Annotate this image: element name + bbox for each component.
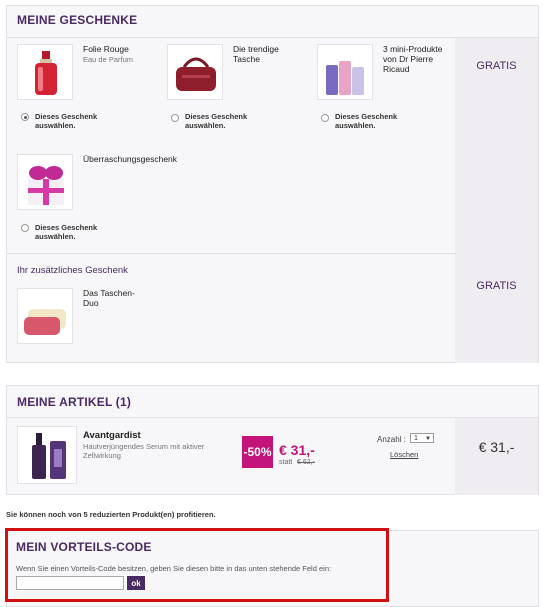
article-description: Hautverjüngendes Serum mit aktiver Zellw… xyxy=(83,442,205,460)
gift-radio-mini-produkte[interactable] xyxy=(321,114,329,122)
gift-radio-tasche[interactable] xyxy=(171,114,179,122)
gift-radio-ueberraschung[interactable] xyxy=(21,224,29,232)
promo-title: MEIN VORTEILS-CODE xyxy=(16,540,152,554)
quantity-label: Anzahl : xyxy=(377,435,406,444)
gift-image-tasche[interactable] xyxy=(167,44,223,100)
additional-gift-title: Ihr zusätzliches Geschenk xyxy=(17,265,128,276)
quantity-value: 1 xyxy=(414,435,418,442)
gift-name: 3 mini-Produkte von Dr Pierre Ricaud xyxy=(383,44,443,74)
mini-products-icon xyxy=(326,61,364,95)
promo-code-input[interactable] xyxy=(16,576,124,590)
additional-gift-price: GRATIS xyxy=(476,280,517,292)
gift-radio-folie-rouge[interactable] xyxy=(21,113,29,121)
gift-image-ueberraschung[interactable] xyxy=(17,154,73,210)
pouch-duo-icon xyxy=(24,309,66,335)
promo-ok-button[interactable]: ok xyxy=(127,576,145,590)
perfume-bottle-icon xyxy=(35,51,57,95)
articles-price-column xyxy=(455,418,538,495)
discount-badge: -50% xyxy=(242,436,273,468)
article-price: € 31,- xyxy=(279,442,315,458)
gifts-price: GRATIS xyxy=(476,60,517,72)
additional-gift-name: Das Taschen-Duo xyxy=(83,288,135,308)
gift-subtitle: Eau de Parfum xyxy=(83,55,134,64)
gift-radio-label[interactable]: Dieses Geschenk auswählen. xyxy=(185,112,265,130)
gift-name: Die trendige Tasche xyxy=(233,44,279,64)
gift-name: Folie Rouge xyxy=(83,44,129,54)
reduced-products-notice: Sie können noch von 5 reduzierten Produk… xyxy=(6,510,216,519)
gifts-title: MEINE GESCHENKE xyxy=(17,13,138,27)
serum-bottle-icon xyxy=(32,433,66,479)
chevron-down-icon: ▼ xyxy=(425,436,431,442)
article-image-avantgardist[interactable] xyxy=(17,426,77,484)
article-name: Avantgardist xyxy=(83,430,141,441)
promo-text: Wenn Sie einen Vorteils-Code besitzen, g… xyxy=(16,564,332,573)
bag-icon xyxy=(176,57,216,91)
articles-panel: MEINE ARTIKEL (1) Avantgardist Hautverjü… xyxy=(6,385,539,495)
gifts-panel: MEINE GESCHENKE GRATIS Folie Rouge Eau d… xyxy=(6,5,539,363)
gift-radio-label[interactable]: Dieses Geschenk auswählen. xyxy=(35,112,115,130)
gift-box-icon xyxy=(28,166,64,205)
gift-radio-label[interactable]: Dieses Geschenk auswählen. xyxy=(335,112,415,130)
gift-image-mini-produkte[interactable] xyxy=(317,44,373,100)
promo-code-box: MEIN VORTEILS-CODE Wenn Sie einen Vortei… xyxy=(5,528,389,602)
article-old-price: € 62,- xyxy=(297,459,315,466)
gift-image-folie-rouge[interactable] xyxy=(17,44,73,100)
remove-link[interactable]: Löschen xyxy=(390,450,418,459)
article-total: € 31,- xyxy=(478,439,515,455)
gifts-divider xyxy=(7,253,457,254)
gift-radio-label[interactable]: Dieses Geschenk auswählen. xyxy=(35,223,115,241)
gift-name: Überraschungsgeschenk xyxy=(83,154,178,164)
article-old-price-prefix: statt xyxy=(279,459,293,466)
gift-image-taschen-duo[interactable] xyxy=(17,288,73,344)
articles-title: MEINE ARTIKEL (1) xyxy=(17,395,132,409)
gifts-price-column xyxy=(455,38,538,363)
quantity-select[interactable]: 1 ▼ xyxy=(410,433,434,443)
